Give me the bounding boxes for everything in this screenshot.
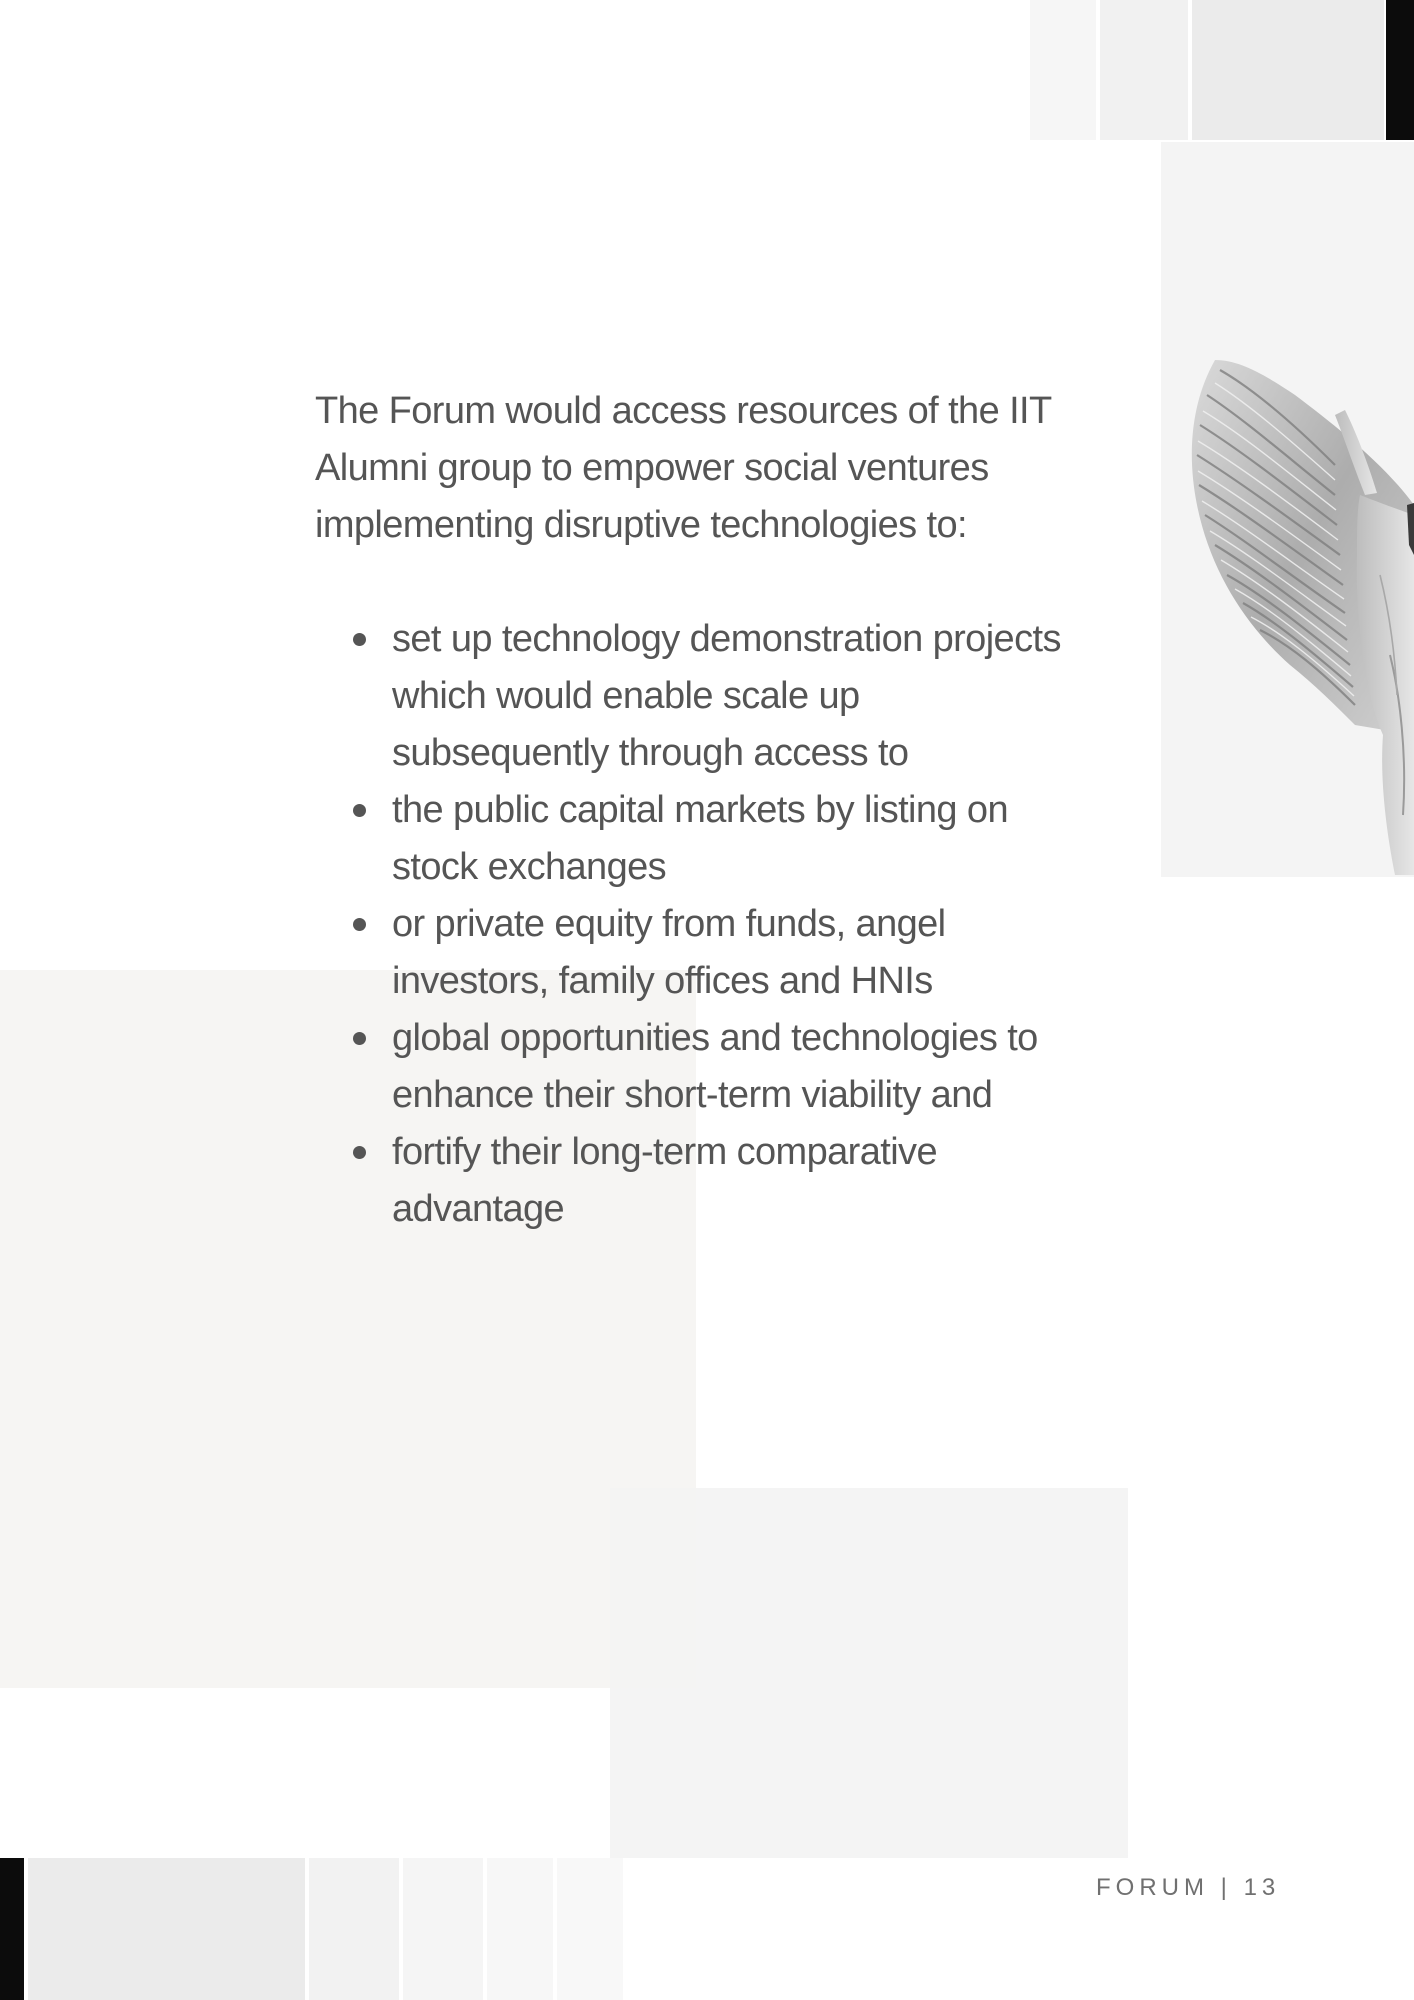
bullet-icon: [353, 804, 366, 817]
decor-block-top-1: [1030, 0, 1096, 140]
footer-separator: |: [1220, 1874, 1232, 1901]
bullet-icon: [353, 918, 366, 931]
bullet-list: set up technology demonstration projects…: [315, 611, 1075, 1238]
decor-block-bottom-4: [487, 1858, 553, 2000]
bullet-icon: [353, 1146, 366, 1159]
list-item: the public capital markets by listing on…: [315, 782, 1075, 896]
decor-panel-bottom: [610, 1488, 1128, 1858]
list-item: fortify their long-term comparative adva…: [315, 1124, 1075, 1238]
content-body: The Forum would access resources of the …: [315, 383, 1075, 1238]
decor-block-top-2: [1100, 0, 1188, 140]
list-item: set up technology demonstration projects…: [315, 611, 1075, 782]
decor-block-bottom-dark: [0, 1858, 24, 2000]
list-item-text: fortify their long-term comparative adva…: [392, 1131, 938, 1230]
list-item: global opportunities and technologies to…: [315, 1010, 1075, 1124]
bullet-icon: [353, 633, 366, 646]
page-footer: FORUM | 13: [1096, 1874, 1280, 1902]
decor-block-bottom-1: [28, 1858, 305, 2000]
winged-statue-icon: [1191, 360, 1414, 875]
decor-block-bottom-3: [403, 1858, 483, 2000]
decor-block-top-dark: [1386, 0, 1414, 140]
footer-label: FORUM: [1096, 1874, 1209, 1901]
list-item-text: or private equity from funds, angel inve…: [392, 903, 946, 1002]
decor-block-bottom-5: [557, 1858, 623, 2000]
page-number: 13: [1243, 1874, 1281, 1901]
list-item-text: set up technology demonstration projects…: [392, 618, 1061, 774]
decor-block-bottom-2: [309, 1858, 399, 2000]
decor-block-top-3: [1192, 0, 1384, 140]
list-item-text: the public capital markets by listing on…: [392, 789, 1009, 888]
list-item-text: global opportunities and technologies to…: [392, 1017, 1038, 1116]
intro-paragraph: The Forum would access resources of the …: [315, 390, 1052, 546]
list-item: or private equity from funds, angel inve…: [315, 896, 1075, 1010]
bullet-icon: [353, 1032, 366, 1045]
